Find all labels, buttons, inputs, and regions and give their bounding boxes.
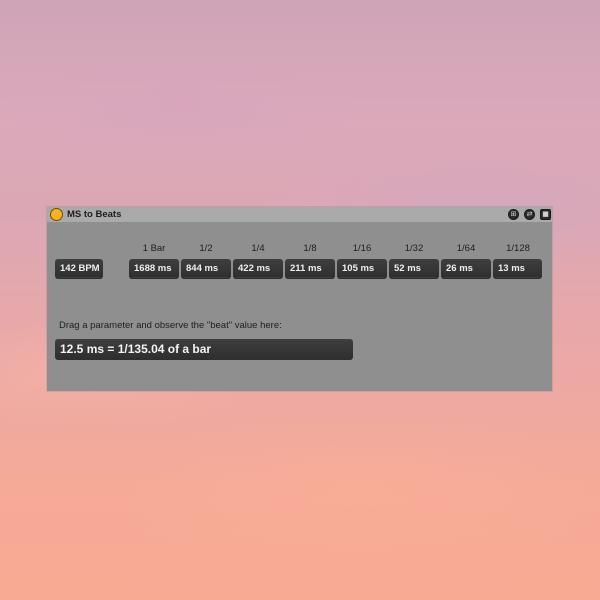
- ms-box-1-16[interactable]: 105 ms: [337, 259, 387, 279]
- ms-box-1-32[interactable]: 52 ms: [389, 259, 439, 279]
- division-label-1-128: 1/128: [506, 243, 530, 254]
- ms-box-1-4[interactable]: 422 ms: [233, 259, 283, 279]
- ms-box-1-2[interactable]: 844 ms: [181, 259, 231, 279]
- division-label-1-64: 1/64: [456, 243, 476, 254]
- ms-box-1-64[interactable]: 26 ms: [441, 259, 491, 279]
- map-icon[interactable]: ⇄: [524, 209, 535, 220]
- bpm-number-box[interactable]: 142 BPM: [55, 259, 103, 279]
- save-preset-icon[interactable]: ■: [540, 209, 551, 220]
- device-title-bar[interactable]: MS to Beats ⊞ ⇄ ■: [47, 207, 552, 222]
- division-label-1-4: 1/4: [251, 243, 265, 254]
- beat-result-display: 12.5 ms = 1/135.04 of a bar: [55, 339, 353, 360]
- division-label-1-32: 1/32: [404, 243, 424, 254]
- division-label-1-2: 1/2: [199, 243, 213, 254]
- division-label-1-16: 1/16: [352, 243, 372, 254]
- ms-box-1-bar[interactable]: 1688 ms: [129, 259, 179, 279]
- ms-box-1-128[interactable]: 13 ms: [493, 259, 542, 279]
- instruction-text: Drag a parameter and observe the "beat" …: [59, 320, 282, 331]
- ms-box-1-8[interactable]: 211 ms: [285, 259, 335, 279]
- division-label-1-8: 1/8: [303, 243, 317, 254]
- hotswap-icon[interactable]: ⊞: [508, 209, 519, 220]
- power-toggle-icon[interactable]: [50, 208, 63, 221]
- device-title: MS to Beats: [67, 209, 122, 220]
- division-label-1-bar: 1 Bar: [142, 243, 166, 254]
- ms-to-beats-device: MS to Beats ⊞ ⇄ ■ 142 BPM 1 Bar 1/2 1/4 …: [47, 207, 552, 391]
